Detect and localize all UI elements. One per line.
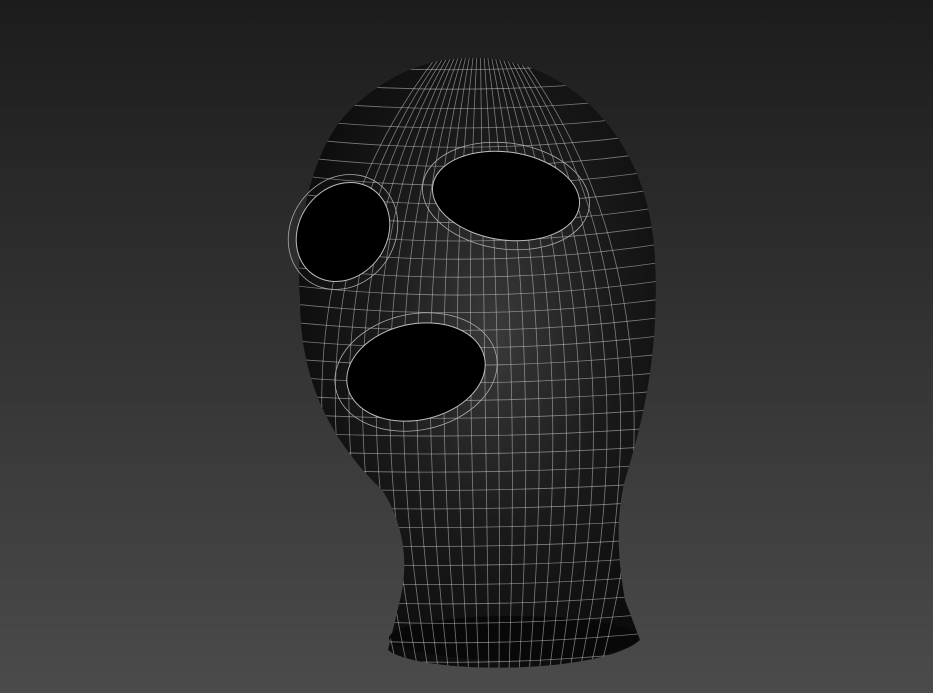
3d-viewport[interactable]	[0, 0, 933, 693]
viewport-canvas	[0, 0, 933, 693]
